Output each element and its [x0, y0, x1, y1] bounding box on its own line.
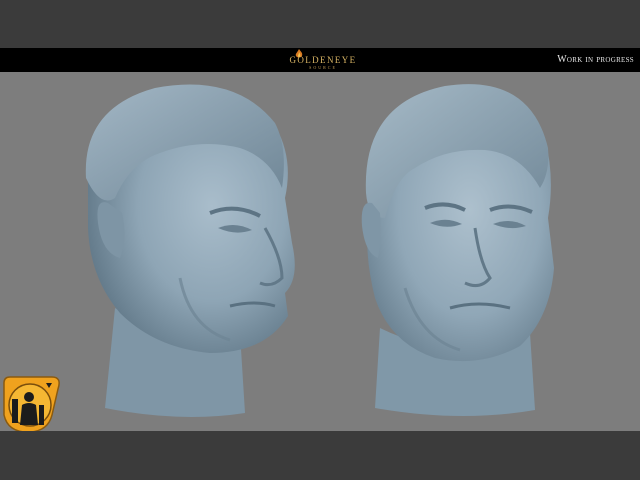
bottom-letterbox — [0, 431, 640, 480]
head-render-three-quarter — [85, 84, 295, 417]
logo-subtitle: SOURCE — [309, 65, 337, 70]
source-engine-badge-icon — [3, 376, 60, 433]
status-label: Work in progress — [557, 54, 634, 65]
logo-title: GOLDENEYE — [289, 55, 357, 65]
goldeneye-logo: GOLDENEYE SOURCE — [280, 49, 366, 71]
head-render-front — [361, 84, 554, 417]
top-letterbox — [0, 0, 640, 48]
